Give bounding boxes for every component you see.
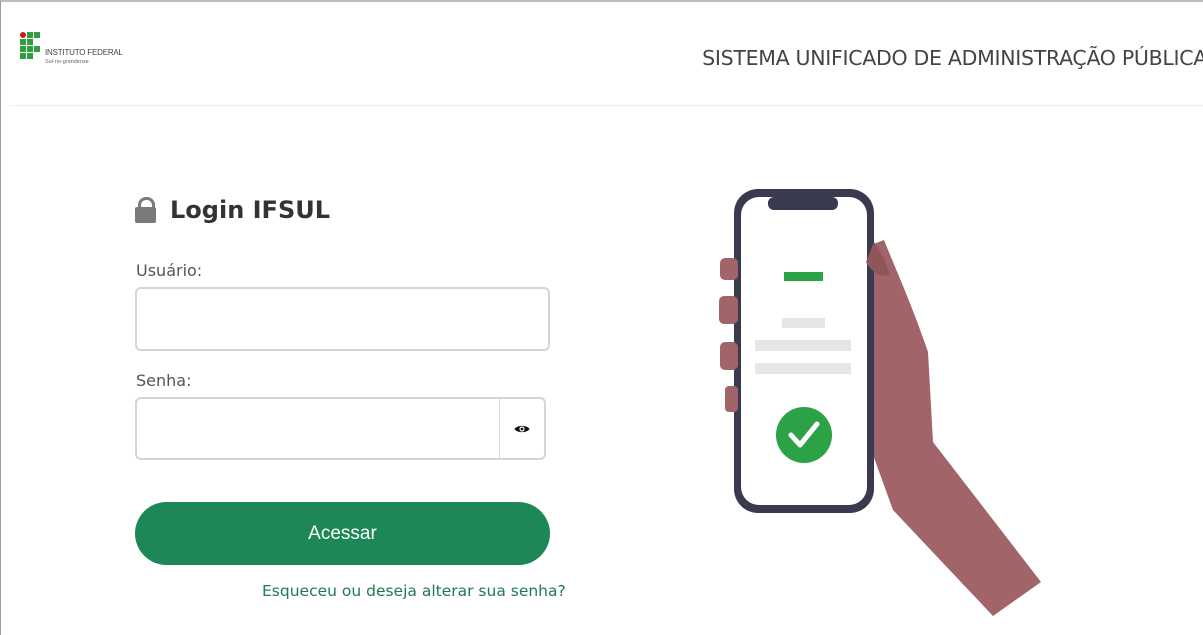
phone-illustration bbox=[719, 189, 1041, 616]
lock-icon bbox=[135, 197, 156, 223]
finger-2 bbox=[719, 296, 738, 324]
phone-notch bbox=[768, 197, 838, 210]
check-circle-icon bbox=[776, 407, 832, 463]
login-title-text: Login IFSUL bbox=[170, 196, 331, 224]
finger-1 bbox=[720, 258, 738, 280]
forgot-password-link[interactable]: Esqueceu ou deseja alterar sua senha? bbox=[262, 582, 566, 600]
logo-subtitle: Sul-rio-grandense bbox=[45, 59, 89, 65]
password-input[interactable] bbox=[135, 397, 501, 460]
screen-line-3 bbox=[755, 363, 851, 374]
logo-title: INSTITUTO FEDERAL bbox=[45, 48, 123, 57]
screen-line-2 bbox=[755, 340, 851, 351]
system-title: SISTEMA UNIFICADO DE ADMINISTRAÇÃO PÚBLI… bbox=[702, 46, 1203, 70]
ifsul-logo[interactable]: INSTITUTO FEDERAL Sul-rio-grandense bbox=[20, 32, 160, 72]
login-button[interactable]: Acessar bbox=[135, 502, 550, 565]
username-input[interactable] bbox=[135, 287, 550, 351]
hand-arm bbox=[858, 240, 1041, 616]
login-button-label: Acessar bbox=[308, 522, 377, 544]
header: INSTITUTO FEDERAL Sul-rio-grandense SIST… bbox=[9, 2, 1203, 106]
username-label: Usuário: bbox=[136, 261, 203, 280]
login-title: Login IFSUL bbox=[135, 196, 330, 224]
toggle-password-button[interactable] bbox=[499, 397, 546, 460]
password-label: Senha: bbox=[136, 371, 192, 390]
screen-line-1 bbox=[782, 318, 825, 328]
screen-green-bar bbox=[784, 272, 823, 281]
logo-mark bbox=[20, 32, 42, 59]
finger-3 bbox=[720, 342, 738, 370]
finger-4 bbox=[725, 386, 738, 412]
eye-icon bbox=[514, 425, 530, 433]
